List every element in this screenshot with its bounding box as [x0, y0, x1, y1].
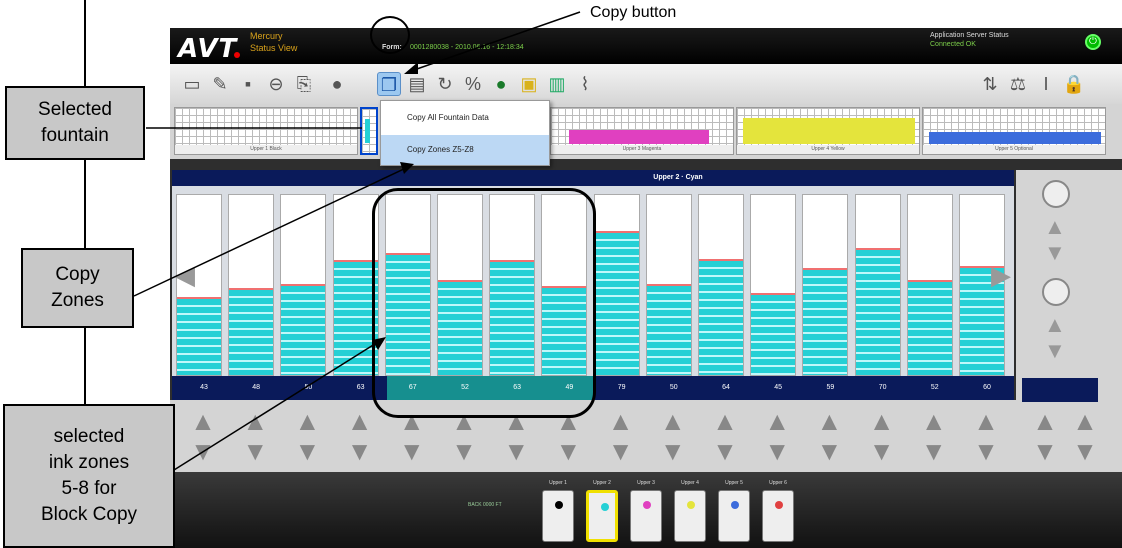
- arrowhead: [372, 337, 386, 350]
- arrowhead: [400, 162, 414, 174]
- arrow-copy-zones: [133, 167, 407, 297]
- arrowhead: [404, 62, 418, 74]
- callout-selected-fountain: Selected fountain: [5, 86, 145, 160]
- callout-copy-zones: Copy Zones: [21, 248, 134, 328]
- arrow-selected-zones: [173, 341, 379, 471]
- callout-selected-ink-zones: selected ink zones 5-8 for Block Copy: [3, 404, 175, 548]
- arrow-copy-button: [413, 11, 581, 71]
